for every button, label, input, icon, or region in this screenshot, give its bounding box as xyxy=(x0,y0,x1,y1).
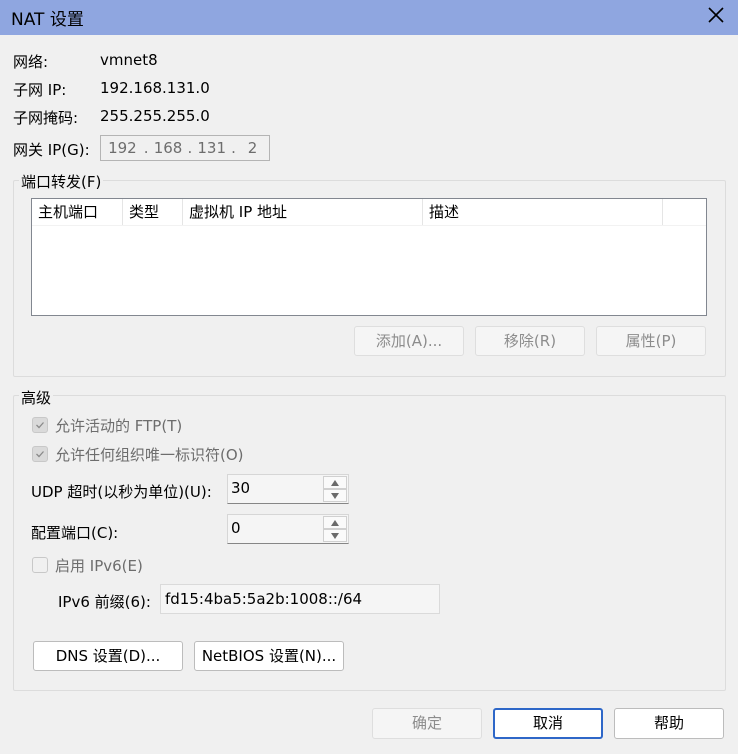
gateway-octet-4[interactable]: 2 xyxy=(236,139,269,157)
dns-settings-button[interactable]: DNS 设置(D)... xyxy=(33,641,183,671)
column-header-vm-ip[interactable]: 虚拟机 IP 地址 xyxy=(183,199,423,225)
allow-any-oui-label: 允许任何组织唯一标识符(O) xyxy=(55,446,244,464)
add-button[interactable]: 添加(A)... xyxy=(354,326,464,356)
config-port-value[interactable]: 0 xyxy=(231,519,241,537)
triangle-up-icon xyxy=(331,479,339,486)
close-icon xyxy=(708,7,724,23)
enable-ipv6-label: 启用 IPv6(E) xyxy=(55,557,143,575)
remove-button[interactable]: 移除(R) xyxy=(475,326,585,356)
subnet-mask-label: 子网掩码: xyxy=(13,109,79,127)
checkmark-icon xyxy=(36,422,44,429)
udp-timeout-up-button[interactable] xyxy=(323,476,347,489)
network-label: 网络: xyxy=(13,53,49,71)
ipv6-prefix-label: IPv6 前缀(6): xyxy=(58,593,151,611)
gateway-ip-input[interactable]: 192. 168. 131. 2 xyxy=(100,135,270,161)
udp-timeout-label: UDP 超时(以秒为单位)(U): xyxy=(31,483,212,501)
gateway-ip-label: 网关 IP(G): xyxy=(13,141,90,159)
config-port-label: 配置端口(C): xyxy=(31,524,119,542)
port-forwarding-legend: 端口转发(F) xyxy=(19,171,104,192)
enable-ipv6-checkbox[interactable] xyxy=(32,557,48,573)
subnet-ip-label: 子网 IP: xyxy=(13,81,67,99)
network-value: vmnet8 xyxy=(100,51,158,69)
checkmark-icon xyxy=(36,451,44,458)
allow-active-ftp-checkbox[interactable] xyxy=(32,417,48,433)
udp-timeout-spinner[interactable]: 30 xyxy=(227,474,349,504)
title-bar: NAT 设置 xyxy=(0,0,738,35)
column-header-description[interactable]: 描述 xyxy=(423,199,663,225)
column-header-type[interactable]: 类型 xyxy=(123,199,183,225)
table-header: 主机端口 类型 虚拟机 IP 地址 描述 xyxy=(32,199,706,226)
close-button[interactable] xyxy=(694,0,738,30)
column-header-host-port[interactable]: 主机端口 xyxy=(32,199,123,225)
spinner-arrows xyxy=(323,476,347,502)
triangle-up-icon xyxy=(331,519,339,526)
config-port-up-button[interactable] xyxy=(323,516,347,529)
advanced-legend: 高级 xyxy=(19,387,54,408)
udp-timeout-down-button[interactable] xyxy=(323,489,347,502)
cancel-button[interactable]: 取消 xyxy=(493,708,603,739)
port-forwarding-table[interactable]: 主机端口 类型 虚拟机 IP 地址 描述 xyxy=(31,198,707,316)
subnet-mask-value: 255.255.255.0 xyxy=(100,107,210,125)
triangle-down-icon xyxy=(331,532,339,539)
config-port-down-button[interactable] xyxy=(323,529,347,542)
spinner-arrows xyxy=(323,516,347,542)
properties-button[interactable]: 属性(P) xyxy=(596,326,706,356)
help-button[interactable]: 帮助 xyxy=(614,708,724,739)
ipv6-prefix-value[interactable]: fd15:4ba5:5a2b:1008::/64 xyxy=(165,590,362,608)
gateway-octet-1[interactable]: 192 xyxy=(101,139,144,157)
window-title: NAT 设置 xyxy=(11,10,84,30)
ok-button[interactable]: 确定 xyxy=(372,708,482,739)
udp-timeout-value[interactable]: 30 xyxy=(231,479,250,497)
gateway-octet-2[interactable]: 168 xyxy=(149,139,188,157)
allow-any-oui-checkbox[interactable] xyxy=(32,446,48,462)
allow-active-ftp-label: 允许活动的 FTP(T) xyxy=(55,417,183,435)
gateway-octet-3[interactable]: 131 xyxy=(192,139,231,157)
netbios-settings-button[interactable]: NetBIOS 设置(N)... xyxy=(194,641,344,671)
config-port-spinner[interactable]: 0 xyxy=(227,514,349,544)
subnet-ip-value: 192.168.131.0 xyxy=(100,79,210,97)
triangle-down-icon xyxy=(331,492,339,499)
ipv6-prefix-input[interactable]: fd15:4ba5:5a2b:1008::/64 xyxy=(160,584,440,614)
